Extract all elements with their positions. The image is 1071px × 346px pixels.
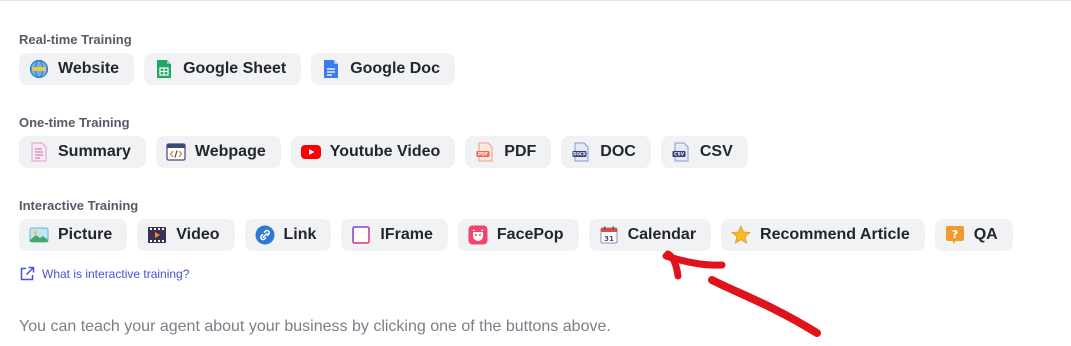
iframe-button[interactable]: IFrame (341, 219, 448, 251)
calendar-button[interactable]: 31 Calendar (588, 219, 712, 251)
csv-icon-text: CSV (674, 152, 685, 158)
google-sheet-label: Google Sheet (183, 60, 287, 77)
youtube-video-label: Youtube Video (329, 143, 441, 160)
onetime-buttons: Summary Webpage Youtube Video PDF PDF DO… (19, 136, 748, 168)
youtube-video-button[interactable]: Youtube Video (290, 136, 456, 168)
picture-button[interactable]: Picture (19, 219, 128, 251)
youtube-icon (300, 142, 321, 162)
doc-button[interactable]: DOCX DOC (561, 136, 651, 168)
question-bubble-icon: ? (945, 225, 965, 245)
facepop-label: FacePop (496, 226, 564, 243)
link-button[interactable]: Link (244, 219, 332, 251)
website-label: Website (58, 60, 120, 77)
recommend-article-button[interactable]: Recommend Article (721, 219, 925, 251)
globe-icon (29, 59, 49, 79)
section-title-onetime: One-time Training (19, 115, 130, 130)
pdf-icon-text: PDF (478, 152, 488, 158)
realtime-buttons: Website Google Sheet Google Doc (19, 53, 455, 85)
webpage-label: Webpage (194, 143, 266, 160)
star-icon (731, 225, 752, 245)
recommend-article-label: Recommend Article (760, 226, 910, 243)
section-title-realtime: Real-time Training (19, 32, 132, 47)
csv-button[interactable]: CSV CSV (660, 136, 748, 168)
pdf-label: PDF (504, 143, 537, 160)
interactive-buttons: Picture Video Link IFrame FacePop 31 Cal… (19, 219, 1013, 251)
video-button[interactable]: Video (137, 219, 235, 251)
qa-button[interactable]: ? QA (934, 219, 1013, 251)
video-label: Video (176, 226, 220, 243)
picture-label: Picture (58, 226, 113, 243)
picture-icon (29, 225, 49, 245)
google-sheet-icon (154, 59, 174, 79)
google-doc-icon (321, 59, 341, 79)
calendar-icon: 31 (599, 225, 619, 245)
iframe-label: IFrame (380, 226, 433, 243)
google-sheet-button[interactable]: Google Sheet (144, 53, 302, 85)
summary-document-icon (29, 142, 49, 162)
summary-button[interactable]: Summary (19, 136, 146, 168)
qa-icon-mark: ? (952, 228, 958, 241)
annotation-arrow (662, 250, 821, 337)
csv-label: CSV (699, 143, 733, 160)
iframe-square-icon (351, 225, 371, 245)
doc-label: DOC (600, 143, 636, 160)
csv-file-icon: CSV (671, 142, 691, 162)
link-label: Link (283, 226, 317, 243)
interactive-training-help-link[interactable]: What is interactive training? (19, 266, 189, 282)
external-link-icon (19, 266, 35, 282)
calendar-label: Calendar (627, 226, 697, 243)
facepop-icon (468, 225, 488, 245)
webpage-code-icon (166, 142, 186, 162)
facepop-button[interactable]: FacePop (457, 219, 579, 251)
pdf-button[interactable]: PDF PDF (465, 136, 552, 168)
doc-file-icon: DOCX (571, 142, 591, 162)
instruction-text: You can teach your agent about your busi… (19, 318, 611, 335)
help-link-text: What is interactive training? (42, 267, 190, 281)
calendar-icon-day: 31 (604, 235, 614, 243)
website-button[interactable]: Website (19, 53, 135, 85)
webpage-button[interactable]: Webpage (155, 136, 281, 168)
doc-icon-text: DOCX (573, 152, 586, 157)
google-doc-button[interactable]: Google Doc (311, 53, 455, 85)
qa-label: QA (973, 226, 998, 243)
top-divider (0, 0, 1071, 1)
summary-label: Summary (58, 143, 131, 160)
link-icon (255, 225, 275, 245)
section-title-interactive: Interactive Training (19, 198, 139, 213)
pdf-file-icon: PDF (475, 142, 495, 162)
video-film-icon (147, 225, 167, 245)
google-doc-label: Google Doc (350, 60, 440, 77)
